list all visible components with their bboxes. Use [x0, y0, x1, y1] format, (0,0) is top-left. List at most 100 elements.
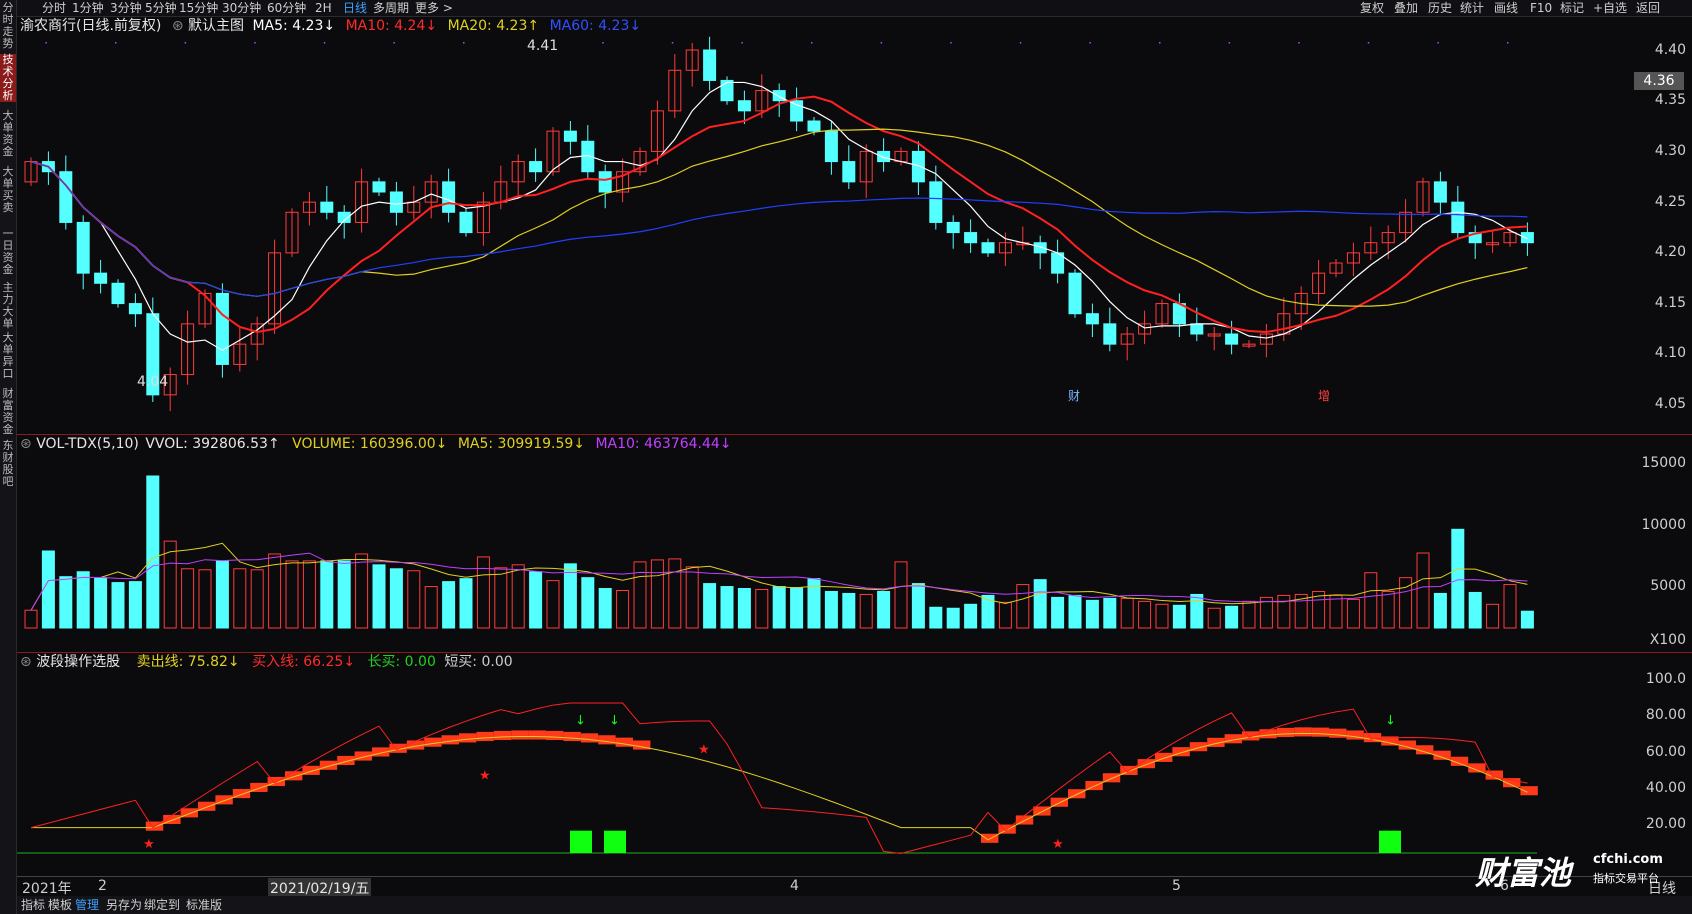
volume-bar — [581, 577, 595, 629]
toolbar-button-2[interactable]: 历史 — [1428, 0, 1452, 16]
volume-bar — [668, 558, 682, 629]
price-tick: 4.40 — [1654, 42, 1686, 58]
volume-chart[interactable] — [17, 452, 1692, 652]
event-dot — [115, 42, 117, 44]
candle-body — [720, 79, 734, 102]
signal-block — [546, 730, 564, 741]
event-dot — [880, 42, 883, 44]
buy-line-value: 买入线: 66.25↓ — [252, 654, 356, 670]
volume-bar — [215, 560, 229, 629]
period-tab-6[interactable]: 60分钟 — [267, 0, 306, 16]
period-tab-9[interactable]: 多周期 — [373, 0, 409, 16]
high-price-label: 4.41 — [527, 38, 558, 54]
month-label: 4 — [790, 878, 799, 894]
long-signal-bar — [1379, 830, 1401, 853]
period-tab-3[interactable]: 5分钟 — [145, 0, 177, 16]
signal-block — [1311, 727, 1329, 737]
event-dot — [1437, 42, 1439, 44]
volume-bar — [59, 576, 73, 629]
candle-body — [1451, 201, 1465, 234]
period-tab-7[interactable]: 2H — [315, 0, 332, 16]
period-tab-10[interactable]: 更多 > — [415, 0, 453, 16]
signal-block — [476, 731, 494, 741]
signal-block — [598, 735, 616, 745]
signal-block — [1242, 731, 1260, 741]
ma5-value: MA5: 4.23↓ — [252, 18, 336, 34]
volume-bar — [1416, 552, 1430, 629]
vol-indicator-name[interactable]: VOL-TDX(5,10) — [36, 436, 139, 452]
price-tick: 4.05 — [1654, 396, 1686, 412]
candle-body — [790, 100, 804, 122]
toolbar-button-8[interactable]: 返回 — [1636, 0, 1660, 16]
sell-line-value: 卖出线: 75.82↓ — [136, 654, 240, 670]
candle-body — [824, 130, 838, 163]
indicator-name[interactable]: 波段操作选股 — [36, 654, 120, 670]
toolbar-button-0[interactable]: 复权 — [1360, 0, 1384, 16]
candlestick-chart[interactable]: 4.41 4.04 财 增 — [17, 34, 1692, 430]
event-dot — [602, 42, 604, 44]
signal-block — [981, 833, 999, 843]
volume-bar — [1068, 594, 1082, 629]
period-tab-1[interactable]: 1分钟 — [72, 0, 104, 16]
sidebar-tab-0[interactable]: 分时走势 — [0, 2, 16, 50]
sidebar-tab-7[interactable]: 财富资金 — [0, 388, 16, 436]
period-tab-8[interactable]: 日线 — [343, 0, 367, 16]
event-dot — [1019, 42, 1022, 44]
volume-bar — [494, 567, 508, 629]
wave-indicator-chart[interactable]: ↓ ↓ ↓ ★ ★ ★ ★ — [17, 670, 1692, 876]
volume-bar — [76, 571, 90, 629]
template-name[interactable]: 默认主图 — [188, 18, 244, 34]
down-arrow-icon: ↓ — [1385, 713, 1396, 728]
sidebar-tab-8[interactable]: 东财股吧 — [0, 440, 16, 488]
event-dot — [950, 42, 952, 44]
bottom-item-3[interactable]: 另存为 — [106, 897, 142, 913]
toolbar-button-3[interactable]: 统计 — [1460, 0, 1484, 16]
sidebar-tab-6[interactable]: 大单异口 — [0, 332, 16, 380]
volume-bar — [842, 592, 856, 629]
volume-bar — [41, 550, 55, 629]
event-dot — [811, 42, 813, 44]
event-dot — [1089, 42, 1091, 44]
bottom-item-0[interactable]: 指标 — [21, 897, 45, 913]
period-tab-5[interactable]: 30分钟 — [222, 0, 261, 16]
toolbar-button-1[interactable]: 叠加 — [1394, 0, 1418, 16]
candle-body — [215, 292, 229, 365]
period-tab-2[interactable]: 3分钟 — [110, 0, 142, 16]
toolbar-button-4[interactable]: 画线 — [1494, 0, 1518, 16]
period-tab-4[interactable]: 15分钟 — [179, 0, 218, 16]
settings-icon[interactable]: ⊛ — [172, 18, 184, 34]
volume-bar — [790, 587, 804, 629]
volume-bar — [1016, 584, 1030, 629]
volume-bar — [1120, 597, 1134, 629]
signal-block — [459, 733, 477, 743]
period-tab-0[interactable]: 分时 — [42, 0, 66, 16]
signal-block — [493, 730, 512, 741]
period-toolbar: 分时 1分钟 3分钟 5分钟 15分钟 30分钟 60分钟 2H 日线 多周期 更多 > 复权 叠加 历史… — [17, 0, 1692, 17]
signal-block — [528, 730, 546, 740]
bottom-item-5[interactable]: 标准版 — [186, 897, 222, 913]
toolbar-button-7[interactable]: +自选 — [1593, 0, 1627, 16]
settings-icon[interactable]: ⊛ — [20, 436, 32, 452]
signal-block — [1033, 806, 1051, 816]
event-dot — [741, 42, 743, 44]
sidebar-tab-2[interactable]: 大单资金 — [0, 110, 16, 158]
toolbar-button-6[interactable]: 标记 — [1560, 0, 1584, 16]
sidebar-tab-3[interactable]: 大单买卖 — [0, 166, 16, 214]
volume-tick: 15000 — [1641, 455, 1686, 471]
sidebar-tab-5[interactable]: 主力大单 — [0, 282, 16, 330]
bottom-item-1[interactable]: 模板 — [48, 897, 72, 913]
volume-bar — [563, 563, 577, 629]
current-price-tag: 4.36 — [1634, 72, 1684, 90]
bottom-item-2[interactable]: 管理 — [75, 897, 99, 913]
bottom-item-4[interactable]: 绑定到 — [144, 897, 180, 913]
toolbar-button-5[interactable]: F10 — [1530, 0, 1552, 16]
volume-bar — [703, 583, 717, 629]
volume-unit: X100 — [1649, 632, 1686, 648]
stock-title[interactable]: 渝农商行(日线.前复权) — [20, 18, 161, 34]
sidebar-tab-4[interactable]: 一日资金 — [0, 228, 16, 276]
settings-icon[interactable]: ⊛ — [20, 654, 32, 670]
volume-bar — [1503, 584, 1517, 629]
watermark: 财富池 — [1475, 848, 1571, 894]
price-tick: 4.35 — [1654, 92, 1686, 108]
sidebar-tab-1[interactable]: 技术分析 — [0, 54, 16, 102]
